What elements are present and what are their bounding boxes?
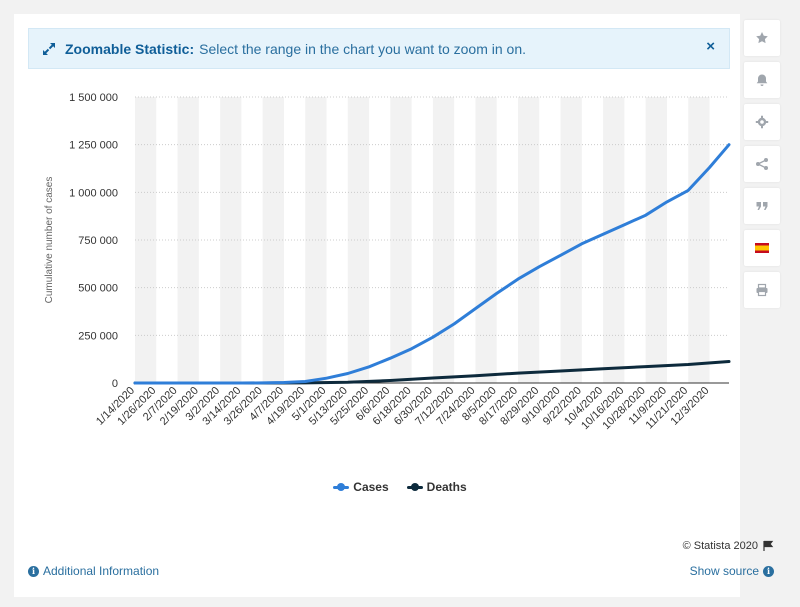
credit-text: © Statista 2020	[682, 540, 758, 552]
chart-legend: Cases Deaths	[0, 480, 800, 494]
legend-item-cases[interactable]: Cases	[333, 480, 389, 494]
line-chart[interactable]: 0 250 000 500 000 750 000 1 000 000 1 250 000…	[0, 0, 800, 470]
date-band	[347, 97, 370, 383]
info-icon: i	[763, 565, 774, 577]
date-band	[560, 97, 582, 383]
additional-information-link[interactable]: i Additional Information	[28, 564, 159, 578]
legend-item-deaths[interactable]: Deaths	[406, 480, 467, 494]
info-icon: i	[28, 565, 39, 577]
y-tick-label: 1 250 000	[69, 140, 118, 152]
additional-information-label: Additional Information	[43, 564, 160, 578]
y-tick-label: 1 000 000	[69, 187, 118, 199]
x-axis-ticks: 1/14/20201/26/20202/7/20202/19/20203/2/2…	[94, 385, 712, 432]
statista-credit[interactable]: © Statista 2020	[683, 540, 774, 552]
date-band	[220, 97, 242, 383]
y-tick-label: 1 500 000	[69, 92, 118, 104]
legend-swatch-cases	[333, 481, 350, 493]
y-tick-label: 500 000	[78, 283, 118, 295]
alternating-date-bands	[135, 97, 710, 383]
y-tick-label: 750 000	[78, 235, 118, 247]
legend-label-cases: Cases	[353, 480, 389, 494]
y-tick-label: 0	[112, 378, 118, 390]
y-axis-ticks: 0 250 000 500 000 750 000 1 000 000 1 250 000…	[69, 92, 118, 390]
y-tick-label: 250 000	[78, 330, 118, 342]
flag-icon	[763, 540, 774, 551]
date-band	[688, 97, 710, 383]
legend-label-deaths: Deaths	[426, 480, 467, 494]
show-source-link[interactable]: Show source i	[690, 564, 774, 578]
legend-swatch-deaths	[406, 481, 423, 493]
show-source-label: Show source	[689, 564, 759, 578]
y-axis-label: Cumulative number of cases	[44, 177, 55, 304]
